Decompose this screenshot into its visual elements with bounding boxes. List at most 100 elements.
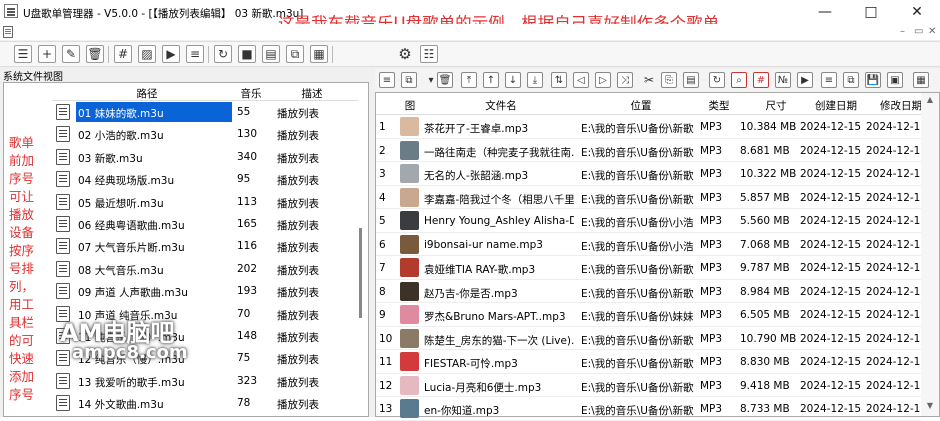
copy-list-icon[interactable]: ⧉ [843, 72, 859, 88]
song-size: 9.418 MB [740, 380, 800, 392]
mdi-minimize-button[interactable]: – [900, 26, 905, 37]
copy-icon[interactable]: ⧉ [286, 45, 304, 63]
header-desc[interactable]: 描述 [292, 86, 332, 101]
refresh-icon[interactable]: ↻ [214, 45, 232, 63]
header-path[interactable]: 路径 [82, 86, 212, 101]
song-row[interactable]: 2一路往南走（种完麦子我就往南...E:\我的音乐\U备份\新歌MP38.681… [376, 139, 921, 163]
add-files-icon[interactable]: ⧉ [401, 72, 417, 88]
move-down-icon[interactable]: ↓ [505, 72, 521, 88]
song-created: 2024-12-15 [800, 121, 862, 133]
playlist-file-icon [56, 104, 70, 120]
song-size: 6.505 MB [740, 309, 800, 321]
mdi-close-button[interactable]: ✕ [928, 26, 936, 37]
close-button[interactable]: ✕ [894, 0, 940, 24]
song-created: 2024-12-15 [800, 262, 862, 274]
song-size: 5.857 MB [740, 192, 800, 204]
playlist-view-icon[interactable]: ≡ [186, 45, 204, 63]
left-scrollbar[interactable] [355, 84, 365, 415]
header-filename[interactable]: 文件名 [436, 98, 566, 113]
song-row[interactable]: 6i9bonsai-ur name.mp3E:\我的音乐\U备份\小浩MP37.… [376, 233, 921, 257]
header-type[interactable]: 类型 [701, 98, 737, 113]
song-row[interactable]: 4李嘉嘉-陪我过个冬（相思八千里...E:\我的音乐\U备份\新歌MP35.85… [376, 186, 921, 210]
song-size: 8.984 MB [740, 286, 800, 298]
header-location[interactable]: 位置 [581, 98, 701, 113]
shuffle-icon[interactable]: ⤨ [617, 72, 633, 88]
playlist-row[interactable]: 06 经典粤语歌曲.m3u165播放列表 [52, 214, 358, 235]
album-art-thumbnail [400, 141, 419, 160]
song-filename: 李嘉嘉-陪我过个冬（相思八千里... [424, 192, 574, 207]
scroll-up-icon[interactable]: ▲ [924, 95, 936, 107]
album-art-thumbnail [400, 235, 419, 254]
sort-number-icon[interactable]: № [775, 72, 791, 88]
copy-icon[interactable]: ⎘ [661, 72, 677, 88]
header-image[interactable]: 图 [402, 98, 418, 113]
refresh-icon[interactable]: ↻ [709, 72, 725, 88]
list-icon[interactable]: ☷ [420, 45, 438, 63]
prev-icon[interactable]: ◁ [573, 72, 589, 88]
settings-icon[interactable]: ⚙ [396, 45, 414, 63]
playlist-row[interactable]: 05 最近想听.m3u113播放列表 [52, 192, 358, 213]
move-up-icon[interactable]: ↑ [483, 72, 499, 88]
left-scroll-thumb[interactable] [359, 228, 362, 318]
playlist-row[interactable]: 01 妹妹的歌.m3u55播放列表 [52, 102, 358, 123]
edit-toolbar: ≡ ⧉ ▾ 🗑 ⤒ ↑ ↓ ⤓ ⇅ ◁ ▷ ⤨ ✂ ⎘ ▤ ↻ ⌕ # № ▶ … [375, 69, 940, 91]
move-bottom-icon[interactable]: ⤓ [527, 72, 543, 88]
save-as-icon[interactable]: ▣ [887, 72, 903, 88]
song-row[interactable]: 9罗杰&Bruno Mars-APT..mp3E:\我的音乐\U备份\妹妹MP3… [376, 303, 921, 327]
play-icon[interactable]: ▶ [797, 72, 813, 88]
song-row[interactable]: 1茶花开了-王睿卓.mp3E:\我的音乐\U备份\新歌MP310.384 MB2… [376, 115, 921, 139]
playlist-file-icon [56, 194, 70, 210]
next-icon[interactable]: ▷ [595, 72, 611, 88]
mdi-restore-button[interactable]: ▭ [914, 26, 923, 37]
song-row[interactable]: 10陈楚生_房东的猫-下一次 (Live).mp3E:\我的音乐\U备份\新歌M… [376, 327, 921, 351]
edit-icon[interactable]: ✎ [62, 45, 80, 63]
playlist-row[interactable]: 07 大气音乐片断.m3u116播放列表 [52, 236, 358, 257]
playlist-desc: 播放列表 [277, 106, 337, 121]
grid-icon[interactable]: ▦ [913, 72, 929, 88]
playlist-row[interactable]: 08 大气音乐.m3u202播放列表 [52, 259, 358, 280]
save-icon[interactable]: 💾 [865, 72, 881, 88]
song-type: MP3 [700, 215, 740, 227]
song-location: E:\我的音乐\U备份\新歌 [581, 356, 699, 371]
new-icon[interactable]: ≡ [379, 72, 395, 88]
list-icon[interactable]: ▦ [310, 45, 328, 63]
cut-icon[interactable]: ✂ [641, 72, 657, 88]
song-row[interactable]: 7袁娅维TIA RAY-歌.mp3E:\我的音乐\U备份\新歌MP39.787 … [376, 256, 921, 280]
header-created[interactable]: 创建日期 [796, 98, 876, 113]
song-row[interactable]: 12Lucia-月亮和6便士.mp3E:\我的音乐\U备份\新歌MP39.418… [376, 374, 921, 398]
song-row[interactable]: 11FIESTAR-可怜.mp3E:\我的音乐\U备份\新歌MP38.830 M… [376, 350, 921, 374]
row-number: 9 [379, 309, 397, 321]
song-size: 10.322 MB [740, 168, 800, 180]
paste-icon[interactable]: ▤ [683, 72, 699, 88]
playlist-row[interactable]: 14 外文歌曲.m3u78播放列表 [52, 393, 358, 414]
tag-icon[interactable]: # [114, 45, 132, 63]
delete-icon[interactable]: 🗑 [86, 45, 104, 63]
song-row[interactable]: 8赵乃吉-你是否.mp3E:\我的音乐\U备份\新歌MP38.984 MB202… [376, 280, 921, 304]
song-row[interactable]: 3无名的人-张韶涵.mp3E:\我的音乐\U备份\新歌MP310.322 MB2… [376, 162, 921, 186]
playlist-row[interactable]: 04 经典现场版.m3u95播放列表 [52, 169, 358, 190]
playlist-row[interactable]: 03 新歌.m3u340播放列表 [52, 147, 358, 168]
playlist-row[interactable]: 13 我爱听的歌手.m3u323播放列表 [52, 371, 358, 392]
playlist-row[interactable]: 09 声道 人声歌曲.m3u193播放列表 [52, 281, 358, 302]
header-music[interactable]: 音乐 [237, 86, 265, 101]
stop-icon[interactable]: ■ [238, 45, 256, 63]
play-icon[interactable]: ▶ [162, 45, 180, 63]
delete-icon[interactable]: 🗑 [437, 72, 453, 88]
tag-icon[interactable]: # [753, 72, 769, 88]
playlist-row[interactable]: 02 小浩的歌.m3u130播放列表 [52, 124, 358, 145]
move-top-icon[interactable]: ⤒ [461, 72, 477, 88]
folder-icon[interactable]: ▤ [262, 45, 280, 63]
song-row[interactable]: 5Henry Young_Ashley Alisha-Dej...E:\我的音乐… [376, 209, 921, 233]
maximize-button[interactable]: □ [848, 0, 894, 24]
playlist-icon[interactable]: ☰ [14, 45, 32, 63]
right-scrollbar[interactable]: ▲ ▼ [921, 93, 939, 416]
song-modified: 2024-12-15 [866, 168, 928, 180]
sort-icon[interactable]: ⇅ [551, 72, 567, 88]
playlist-desc: 播放列表 [277, 285, 337, 300]
scroll-down-icon[interactable]: ▼ [924, 401, 936, 413]
minimize-button[interactable]: — [802, 0, 848, 24]
search-icon[interactable]: ⌕ [731, 72, 747, 88]
image-icon[interactable]: ▨ [138, 45, 156, 63]
add-playlist-icon[interactable]: + [38, 45, 56, 63]
playlist-view-icon[interactable]: ≡ [821, 72, 837, 88]
